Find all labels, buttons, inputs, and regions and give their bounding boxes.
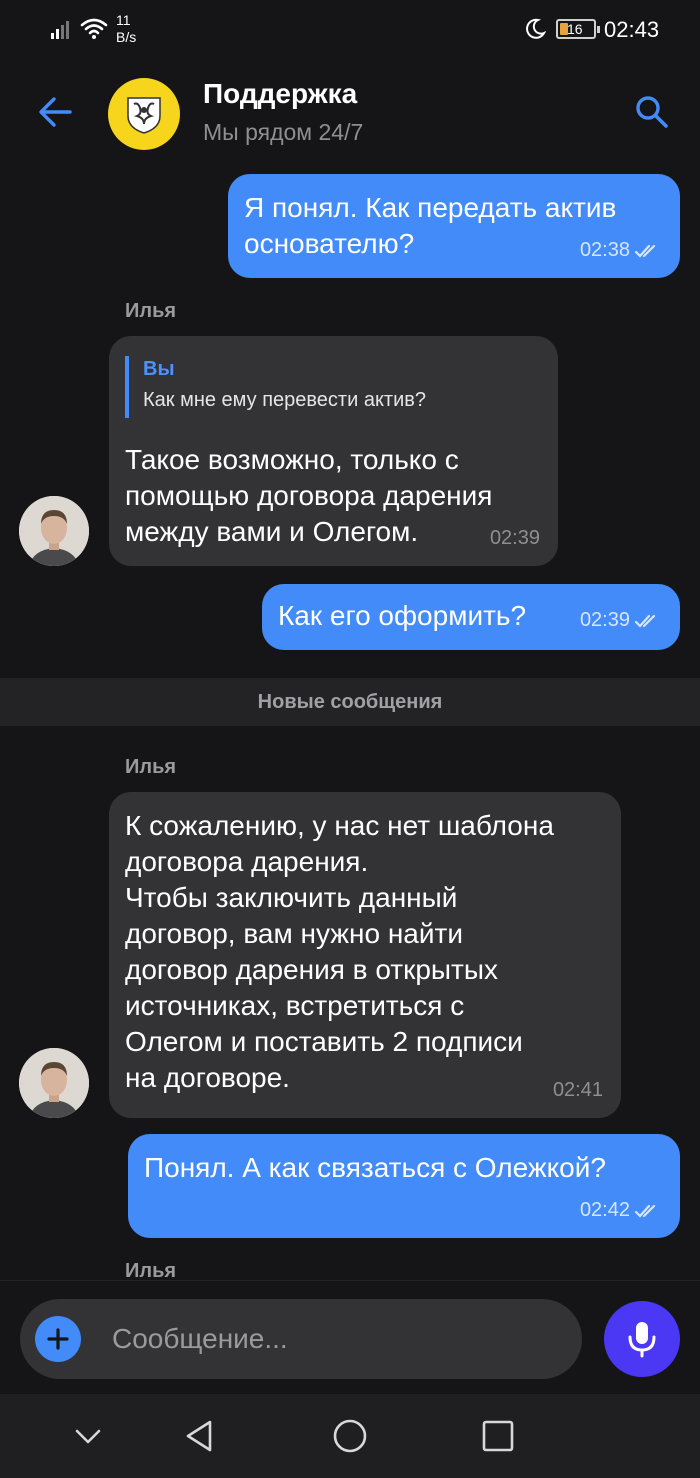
- double-check-icon: [634, 1204, 656, 1218]
- voice-message-button[interactable]: [604, 1301, 680, 1377]
- microphone-icon: [628, 1322, 656, 1358]
- bank-logo-icon: [127, 97, 161, 134]
- status-bar: 11 B/s 16 02:43: [0, 0, 700, 58]
- message-text: Понял. А как связаться с Олежкой?: [144, 1152, 606, 1183]
- chat-header: Поддержка Мы рядом 24/7: [0, 58, 700, 166]
- reply-text: Как мне ему перевести актив?: [143, 389, 426, 411]
- back-arrow-icon[interactable]: [36, 94, 74, 130]
- nav-down-icon[interactable]: [70, 1418, 106, 1454]
- new-messages-divider: Новые сообщения: [0, 678, 700, 726]
- nav-recents-icon[interactable]: [480, 1418, 516, 1454]
- message-meta: 02:41: [553, 1079, 603, 1102]
- moon-icon: [526, 18, 546, 39]
- support-avatar[interactable]: [108, 78, 180, 150]
- message-incoming[interactable]: Вы Как мне ему перевести актив? Такое во…: [109, 336, 558, 566]
- agent-avatar[interactable]: [19, 496, 89, 566]
- attach-button[interactable]: [35, 1316, 81, 1362]
- message-time: 02:41: [552, 1079, 603, 1101]
- message-incoming[interactable]: К сожалению, у нас нет шаблона договора …: [109, 792, 621, 1118]
- status-time: 02:43: [604, 17, 660, 42]
- message-outgoing[interactable]: Я понял. Как передать актив основателю? …: [228, 174, 680, 278]
- sender-name: Илья: [125, 1260, 177, 1280]
- battery-icon: 16: [556, 19, 600, 39]
- composer: [0, 1280, 700, 1394]
- nav-back-icon[interactable]: [182, 1418, 218, 1454]
- message-outgoing[interactable]: Как его оформить? 02:39: [262, 584, 680, 650]
- message-list[interactable]: Я понял. Как передать актив основателю? …: [0, 166, 700, 1280]
- sender-name: Илья: [125, 756, 177, 778]
- chat-title: Поддержка: [203, 78, 358, 109]
- message-meta: 02:42: [580, 1199, 662, 1222]
- message-text: Я понял. Как передать актив основателю?: [244, 192, 617, 259]
- agent-avatar[interactable]: [19, 1048, 89, 1118]
- nav-home-icon[interactable]: [332, 1418, 368, 1454]
- double-check-icon: [634, 614, 656, 628]
- message-meta: 02:39: [490, 527, 540, 550]
- battery-level: 16: [567, 21, 583, 37]
- message-text: Такое возможно, только с помощью договор…: [125, 444, 493, 547]
- plus-icon: [47, 1328, 69, 1350]
- message-meta: 02:38: [580, 239, 662, 262]
- message-time: 02:38: [579, 239, 630, 261]
- search-icon[interactable]: [634, 94, 670, 130]
- message-meta: 02:39: [580, 609, 662, 632]
- message-input-container[interactable]: [20, 1299, 582, 1379]
- message-text: К сожалению, у нас нет шаблона договора …: [125, 810, 554, 1093]
- message-time: 02:39: [489, 527, 540, 549]
- reply-quote[interactable]: Вы Как мне ему перевести актив?: [125, 356, 426, 418]
- reply-author: Вы: [143, 358, 175, 380]
- network-speed-value: 11: [116, 12, 131, 28]
- wifi-icon: [80, 18, 108, 39]
- message-time: 02:42: [579, 1199, 630, 1221]
- network-speed: 11 B/s: [116, 12, 136, 46]
- double-check-icon: [634, 244, 656, 258]
- message-outgoing[interactable]: Понял. А как связаться с Олежкой? 02:42: [128, 1134, 680, 1238]
- message-text: Как его оформить?: [278, 600, 527, 631]
- system-nav-bar: [0, 1394, 700, 1478]
- message-time: 02:39: [579, 609, 630, 631]
- chat-subtitle: Мы рядом 24/7: [203, 119, 364, 145]
- message-input[interactable]: [112, 1319, 552, 1359]
- sender-name: Илья: [125, 300, 177, 322]
- signal-icon: [51, 21, 69, 39]
- network-speed-unit: B/s: [116, 29, 137, 45]
